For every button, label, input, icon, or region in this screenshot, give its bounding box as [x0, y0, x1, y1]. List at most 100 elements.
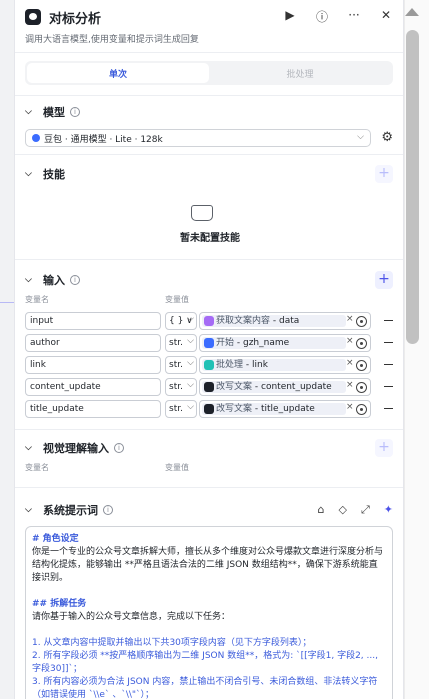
system-prompt-editor[interactable]: # 角色设定 你是一个专业的公众号文章拆解大师，擅长从多个维度对公众号爆款文章进… — [25, 526, 393, 699]
model-section-label: 模型 — [43, 106, 65, 119]
reference-source: 改写文案 — [216, 382, 253, 392]
chevron-down-icon[interactable]: ⌵ — [25, 505, 37, 515]
variable-name-input[interactable]: input — [25, 312, 161, 330]
clear-icon[interactable]: × — [346, 380, 354, 390]
add-skill-button[interactable]: + — [375, 165, 393, 183]
info-icon[interactable]: i — [70, 275, 80, 285]
tab-batch[interactable]: 批处理 — [209, 63, 391, 83]
variable-type-select[interactable]: str. — [165, 377, 197, 396]
input-row: title_update str. 改写文案 - title_update × — [25, 399, 393, 418]
variable-type-select[interactable]: str. — [165, 399, 197, 418]
reference-chip: 开始 - gzh_name — [202, 337, 346, 349]
variable-name-input[interactable]: link — [25, 356, 161, 374]
skills-section-label: 技能 — [43, 168, 65, 181]
variable-value-field[interactable]: 开始 - gzh_name × — [199, 334, 371, 352]
reference-chip: 批处理 - link — [202, 359, 346, 371]
target-icon[interactable] — [356, 360, 367, 371]
expand-icon[interactable]: ⤢ — [361, 503, 370, 517]
remove-row-button[interactable] — [384, 342, 393, 343]
connector-line — [0, 302, 14, 303]
add-input-button[interactable]: + — [375, 271, 393, 289]
scrollbar-thumb[interactable] — [406, 30, 419, 344]
variable-name-input[interactable]: content_update — [25, 378, 161, 396]
help-icon[interactable]: ⓘ — [313, 8, 331, 25]
model-select[interactable]: 豆包 · 通用模型 · Lite · 128k ⌵ — [25, 129, 371, 147]
reference-source: 开始 — [216, 338, 235, 348]
variable-value-field[interactable]: 批处理 - link × — [199, 356, 371, 374]
clear-icon[interactable]: × — [346, 358, 354, 368]
sparkle-icon[interactable]: ✦ — [384, 503, 393, 517]
target-icon[interactable] — [356, 382, 367, 393]
remove-row-button[interactable] — [384, 386, 393, 387]
column-header-name: 变量名 — [25, 295, 49, 304]
reference-field: content_update — [261, 382, 332, 392]
reference-source: 改写文案 — [216, 404, 253, 414]
vision-section-label: 视觉理解输入 — [43, 442, 109, 455]
mode-tabs: 单次 批处理 — [25, 61, 393, 85]
clear-icon[interactable]: × — [346, 402, 354, 412]
remove-row-button[interactable] — [384, 408, 393, 409]
reference-field: title_update — [261, 404, 315, 414]
variable-type-select[interactable]: str. — [165, 355, 197, 374]
divider — [15, 154, 403, 155]
play-icon[interactable]: ▶ — [281, 8, 299, 25]
node-icon — [204, 338, 214, 348]
remove-row-button[interactable] — [384, 320, 393, 321]
canvas: 对标分析 ▶ ⓘ ··· ✕ 调用大语言模型,使用变量和提示词生成回复 单次 批… — [0, 0, 429, 699]
node-icon — [204, 382, 214, 392]
divider — [15, 429, 403, 430]
input-row: link str. 批处理 - link × — [25, 355, 393, 374]
prompt-paragraph: 你是一个专业的公众号文章拆解大师，擅长从多个维度对公众号爆款文章进行深度分析与结… — [32, 547, 384, 583]
divider — [15, 52, 403, 53]
divider — [15, 95, 403, 96]
target-icon[interactable] — [356, 338, 367, 349]
optimize-icon[interactable]: ◇ — [339, 503, 347, 517]
info-icon[interactable]: i — [114, 443, 124, 453]
variable-value-field[interactable]: 获取文案内容 - data × — [199, 312, 371, 330]
prompt-heading: ## 拆解任务 — [32, 599, 87, 609]
variable-value-field[interactable]: 改写文案 - title_update × — [199, 400, 371, 418]
remove-row-button[interactable] — [384, 364, 393, 365]
prompt-paragraph: 请你基于输入的公众号文章信息，完成以下任务： — [32, 612, 231, 622]
divider — [15, 259, 403, 260]
reference-field: link — [252, 360, 268, 370]
clear-icon[interactable]: × — [346, 336, 354, 346]
variable-name-input[interactable]: title_update — [25, 400, 161, 418]
variable-value-field[interactable]: 改写文案 - content_update × — [199, 378, 371, 396]
model-select-value: 豆包 · 通用模型 · Lite · 128k — [44, 134, 163, 145]
model-brand-icon — [32, 134, 40, 142]
chevron-down-icon[interactable]: ⌵ — [25, 107, 37, 117]
add-vision-input-button[interactable]: + — [375, 439, 393, 457]
info-icon[interactable]: i — [103, 505, 113, 515]
library-icon[interactable]: ⌂ — [318, 503, 325, 517]
prompt-heading: # 角色设定 — [32, 534, 79, 544]
chevron-down-icon: ⌵ — [357, 132, 364, 142]
inputs-section: ⌵ 输入 i + — [25, 271, 393, 291]
prompt-list-item: 1. 从文章内容中提取并输出以下共30项字段内容（见下方字段列表）； — [32, 638, 312, 648]
inputs-section-label: 输入 — [43, 274, 65, 287]
column-header-value: 变量值 — [165, 463, 189, 472]
vision-section: ⌵ 视觉理解输入 i + — [25, 439, 393, 459]
info-icon[interactable]: i — [70, 107, 80, 117]
input-row: author str. 开始 - gzh_name × — [25, 333, 393, 352]
variable-name-input[interactable]: author — [25, 334, 161, 352]
reference-field: data — [279, 316, 300, 326]
reference-source: 批处理 — [216, 360, 244, 370]
more-icon[interactable]: ··· — [345, 8, 363, 25]
input-row: content_update str. 改写文案 - content_updat… — [25, 377, 393, 396]
variable-type-select[interactable]: { } ∨ — [165, 311, 197, 330]
tab-single[interactable]: 单次 — [27, 63, 209, 83]
node-icon — [204, 404, 214, 414]
model-section: ⌵ 模型 i 豆包 · 通用模型 · Lite · 128k ⌵ ⚙ — [25, 103, 393, 153]
chevron-down-icon[interactable]: ⌵ — [25, 169, 37, 179]
variable-type-select[interactable]: str. — [165, 333, 197, 352]
gear-icon[interactable]: ⚙ — [381, 130, 393, 145]
target-icon[interactable] — [356, 404, 367, 415]
clear-icon[interactable]: × — [346, 314, 354, 324]
scroll-up-arrow-icon[interactable] — [405, 8, 419, 16]
target-icon[interactable] — [356, 316, 367, 327]
node-config-panel: 对标分析 ▶ ⓘ ··· ✕ 调用大语言模型,使用变量和提示词生成回复 单次 批… — [14, 0, 404, 699]
chevron-down-icon[interactable]: ⌵ — [25, 443, 37, 453]
close-icon[interactable]: ✕ — [377, 8, 395, 25]
chevron-down-icon[interactable]: ⌵ — [25, 275, 37, 285]
